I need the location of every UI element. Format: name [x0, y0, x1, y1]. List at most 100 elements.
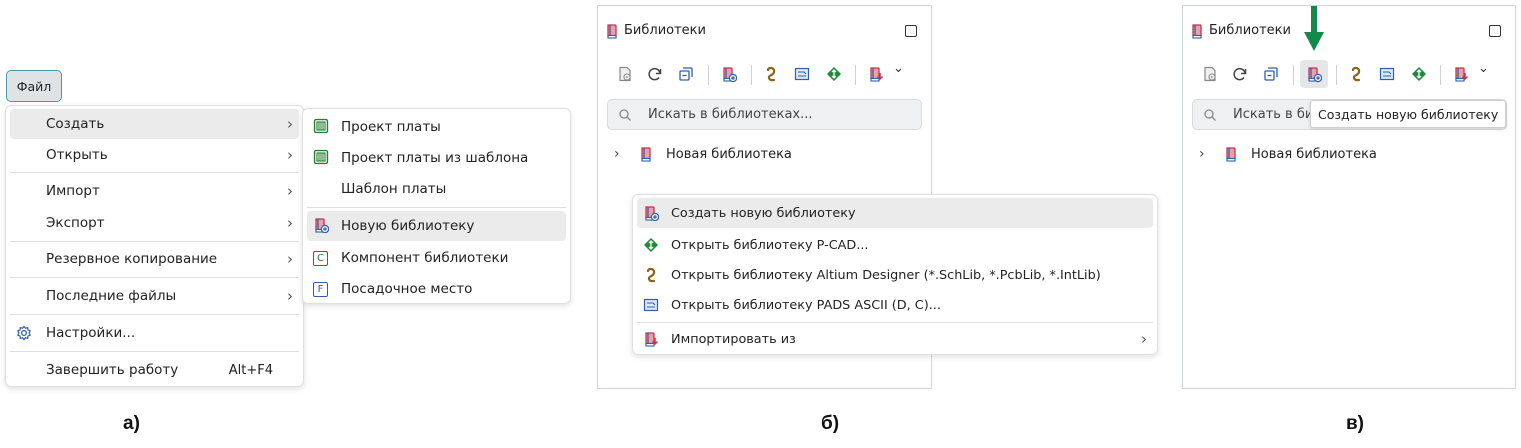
refresh-icon[interactable] — [647, 66, 663, 84]
menu-item-label: Создать — [46, 116, 105, 132]
menu-item-import[interactable]: Импорт › — [10, 176, 299, 206]
menu-item-open[interactable]: Открыть › — [10, 140, 299, 170]
chevron-right-icon[interactable]: › — [614, 146, 620, 162]
menu-item-backup[interactable]: Резервное копирование › — [10, 244, 299, 274]
library-icon — [1226, 147, 1236, 162]
context-item-open-pads[interactable]: Открыть библиотеку PADS ASCII (D, C)... — [637, 290, 1153, 320]
chevron-right-icon: › — [287, 146, 293, 164]
menu-item-export[interactable]: Экспорт › — [10, 208, 299, 238]
menu-item-exit[interactable]: Завершить работу Alt+F4 — [10, 355, 299, 385]
library-icon — [1192, 24, 1202, 39]
submenu-item-board-from-template[interactable]: Проект платы из шаблона — [307, 143, 566, 173]
menu-item-label: Открыть библиотеку P-CAD... — [671, 237, 869, 253]
file-menu: Создать › Открыть › Импорт › Экспорт › Р… — [5, 105, 304, 387]
context-item-import-from[interactable]: Импортировать из › — [637, 324, 1153, 354]
menu-divider — [10, 172, 299, 173]
menu-divider — [10, 241, 299, 242]
toolbar-divider — [855, 65, 856, 85]
menu-divider — [10, 314, 299, 315]
altium-icon — [646, 267, 656, 283]
context-item-create-library[interactable]: Создать новую библиотеку — [637, 198, 1153, 228]
pcad-icon[interactable] — [1411, 66, 1427, 84]
new-library-icon[interactable] — [1306, 66, 1322, 84]
menu-item-label: Компонент библиотеки — [341, 250, 509, 266]
toolbar-divider — [751, 65, 752, 85]
caption-c: в) — [1346, 413, 1365, 434]
import-icon[interactable] — [868, 66, 884, 84]
collapse-all-icon[interactable] — [1263, 66, 1279, 84]
tooltip-create-library: Создать новую библиотеку — [1310, 100, 1506, 128]
create-submenu: Проект платы Проект платы из шаблона Шаб… — [302, 108, 571, 304]
menu-item-label: Завершить работу — [46, 362, 179, 378]
footprint-letter-icon: F — [313, 282, 328, 297]
chevron-down-icon[interactable]: ⌄ — [1478, 61, 1489, 76]
menu-item-label: Импорт — [46, 183, 100, 199]
tree-item-label: Новая библиотека — [1251, 147, 1377, 162]
caption-a: а) — [123, 413, 140, 434]
maximize-icon[interactable] — [1489, 25, 1501, 37]
altium-icon[interactable] — [763, 66, 779, 84]
altium-icon[interactable] — [1348, 66, 1364, 84]
menu-item-label: Последние файлы — [46, 288, 177, 304]
doc-preview-icon[interactable] — [617, 66, 633, 84]
tree-item-label: Новая библиотека — [666, 147, 792, 162]
menu-item-recent-files[interactable]: Последние файлы › — [10, 281, 299, 311]
search-icon — [1204, 109, 1217, 122]
context-item-open-altium[interactable]: Открыть библиотеку Altium Designer (*.Sc… — [637, 260, 1153, 290]
menu-item-label: Шаблон платы — [341, 181, 447, 197]
board-template-project-icon — [313, 149, 329, 165]
menu-item-label: Экспорт — [46, 215, 105, 231]
doc-preview-icon[interactable] — [1202, 66, 1218, 84]
chevron-right-icon: › — [1141, 330, 1147, 348]
toolbar-divider — [1440, 65, 1441, 85]
menu-item-create[interactable]: Создать › — [10, 109, 299, 139]
menu-item-label: Импортировать из — [671, 331, 796, 347]
pads-icon[interactable] — [794, 66, 810, 84]
pads-icon[interactable] — [1379, 66, 1395, 84]
library-context-menu: Создать новую библиотеку Открыть библиот… — [632, 194, 1158, 355]
import-icon[interactable] — [1453, 66, 1469, 84]
libraries-panel-c: Библиотеки ⌄ Искать в би › Новая библиот… — [1182, 5, 1516, 389]
toolbar-divider — [1336, 65, 1337, 85]
collapse-all-icon[interactable] — [678, 66, 694, 84]
pcad-icon — [643, 237, 659, 253]
pointer-arrow-icon — [1304, 6, 1324, 51]
menu-item-label: Проект платы — [341, 119, 441, 135]
import-icon — [643, 331, 659, 347]
search-icon — [619, 109, 632, 122]
submenu-item-new-library[interactable]: Новую библиотеку — [307, 211, 566, 241]
pcad-icon[interactable] — [826, 66, 842, 84]
chevron-down-icon[interactable]: ⌄ — [893, 61, 904, 76]
chevron-right-icon[interactable]: › — [1199, 146, 1205, 162]
file-menu-button[interactable]: Файл — [6, 70, 62, 102]
caption-b: б) — [821, 413, 840, 434]
toolbar-divider — [708, 65, 709, 85]
chevron-right-icon: › — [287, 182, 293, 200]
menu-divider — [637, 322, 1153, 323]
menu-item-label: Посадочное место — [341, 281, 473, 297]
menu-divider — [10, 277, 299, 278]
maximize-icon[interactable] — [905, 25, 917, 37]
submenu-item-board-template[interactable]: Шаблон платы — [307, 174, 566, 204]
submenu-item-footprint[interactable]: F Посадочное место — [307, 274, 566, 304]
chevron-right-icon: › — [287, 214, 293, 232]
new-library-icon[interactable] — [721, 66, 737, 84]
search-placeholder: Искать в библиотеках... — [648, 107, 813, 122]
menu-item-label: Проект платы из шаблона — [341, 150, 529, 166]
component-letter-icon: C — [313, 251, 328, 266]
new-library-icon — [643, 205, 659, 221]
context-item-open-pcad[interactable]: Открыть библиотеку P-CAD... — [637, 230, 1153, 260]
menu-divider — [10, 351, 299, 352]
submenu-item-library-component[interactable]: C Компонент библиотеки — [307, 243, 566, 273]
menu-item-label: Резервное копирование — [46, 251, 218, 267]
chevron-right-icon: › — [287, 287, 293, 305]
search-input[interactable]: Искать в библиотеках... — [607, 99, 922, 130]
shortcut-label: Alt+F4 — [228, 362, 273, 378]
refresh-icon[interactable] — [1232, 66, 1248, 84]
submenu-item-board-project[interactable]: Проект платы — [307, 112, 566, 142]
menu-item-settings[interactable]: Настройки... — [10, 318, 299, 348]
panel-title: Библиотеки — [624, 23, 706, 38]
menu-item-label: Открыть библиотеку PADS ASCII (D, C)... — [671, 297, 941, 313]
pads-icon — [643, 298, 659, 312]
chevron-right-icon: › — [287, 115, 293, 133]
